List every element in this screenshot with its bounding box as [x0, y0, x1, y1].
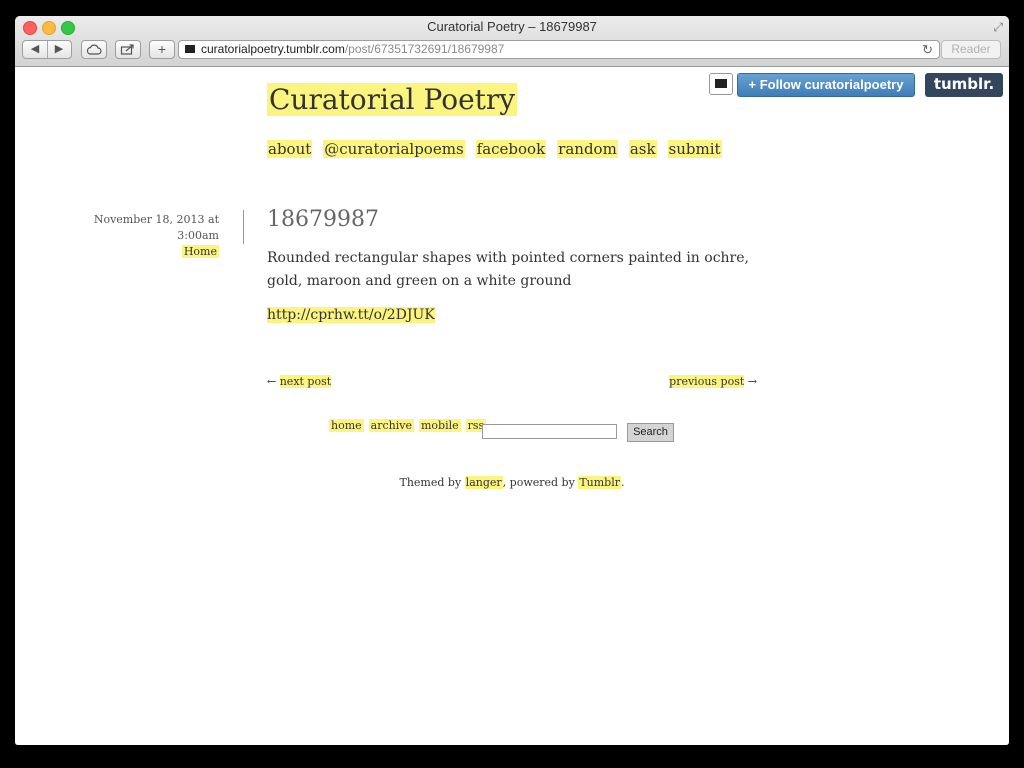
previous-post-link[interactable]: previous post: [669, 375, 745, 388]
footer-links: home archive mobile rss: [329, 419, 491, 432]
browser-window: Curatorial Poetry – 18679987 ⤢ ◀ ▶ + cura…: [15, 16, 1009, 745]
theme-author-link[interactable]: langer: [464, 476, 503, 489]
web-page: + Follow curatorialpoetry tumblr. Curato…: [15, 67, 1009, 745]
theme-credits: Themed by langer, powered by Tumblr.: [15, 476, 1009, 489]
left-arrow-icon: ←: [267, 375, 277, 388]
add-bookmark-button[interactable]: +: [149, 40, 175, 59]
book-icon: [715, 79, 727, 88]
nav-link-facebook[interactable]: facebook: [475, 140, 547, 158]
back-button[interactable]: ◀: [23, 41, 47, 58]
address-bar[interactable]: curatorialpoetry.tumblr.com/post/6735173…: [178, 40, 940, 59]
nav-link-random[interactable]: random: [557, 140, 618, 158]
post-title: 18679987: [267, 207, 379, 232]
nav-link-ask[interactable]: ask: [628, 140, 657, 158]
blog-title[interactable]: Curatorial Poetry: [267, 83, 518, 116]
address-host: curatorialpoetry.tumblr.com: [201, 42, 345, 56]
book-favicon-icon: [185, 45, 195, 53]
meta-divider: [243, 210, 244, 244]
post-pager: ← next post previous post →: [267, 375, 757, 388]
icloud-tabs-button[interactable]: [81, 40, 107, 59]
browser-toolbar: Curatorial Poetry – 18679987 ⤢ ◀ ▶ + cura…: [15, 16, 1009, 67]
follow-button[interactable]: + Follow curatorialpoetry: [737, 73, 915, 97]
search-input[interactable]: [482, 424, 617, 439]
reader-button[interactable]: Reader: [941, 40, 1001, 59]
nav-link-submit[interactable]: submit: [667, 140, 722, 158]
nav-link-twitter[interactable]: @curatorialpoems: [323, 140, 465, 158]
fullscreen-icon[interactable]: ⤢: [993, 20, 1003, 35]
footer-link-home[interactable]: home: [329, 419, 364, 432]
dashboard-button[interactable]: [709, 73, 733, 95]
post-meta: November 18, 2013 at 3:00am Home: [55, 212, 219, 260]
tumblr-link[interactable]: Tumblr: [578, 476, 621, 489]
reload-icon[interactable]: ↻: [922, 41, 933, 58]
nav-link-about[interactable]: about: [267, 140, 313, 158]
next-post-link[interactable]: next post: [279, 375, 332, 388]
credits-period: .: [620, 476, 625, 489]
post-body: Rounded rectangular shapes with pointed …: [267, 250, 749, 289]
post-link[interactable]: http://cprhw.tt/o/2DJUK: [267, 307, 435, 323]
footer-link-archive[interactable]: archive: [368, 419, 414, 432]
post-date[interactable]: November 18, 2013 at 3:00am: [55, 212, 219, 244]
address-path: /post/67351732691/18679987: [344, 42, 505, 56]
blog-nav: about @curatorialpoems facebook random ask su…: [267, 140, 733, 158]
right-arrow-icon: →: [747, 375, 757, 388]
cloud-icon: [86, 44, 102, 55]
footer-link-mobile[interactable]: mobile: [418, 419, 461, 432]
window-title: Curatorial Poetry – 18679987: [427, 19, 597, 34]
search-button[interactable]: Search: [627, 423, 674, 442]
back-forward-group: ◀ ▶: [22, 40, 72, 59]
tumblr-logo[interactable]: tumblr.: [925, 73, 1003, 97]
share-button[interactable]: [115, 40, 141, 59]
home-link[interactable]: Home: [181, 245, 219, 258]
share-icon: [120, 44, 134, 55]
powered-by-text: , powered by: [502, 476, 575, 489]
forward-button[interactable]: ▶: [47, 41, 71, 58]
themed-by-text: Themed by: [399, 476, 462, 489]
previous-post-group: previous post →: [669, 375, 757, 388]
